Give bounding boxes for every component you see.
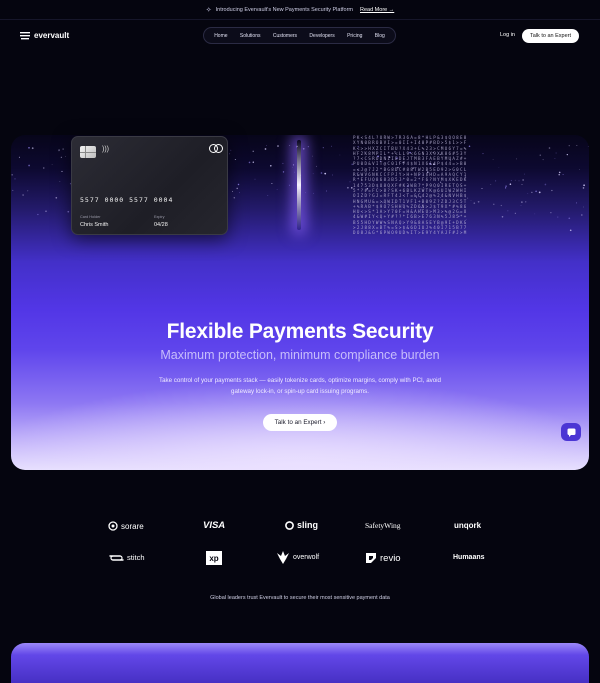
- announcement-bar: ✧ Introducing Evervault's New Payments S…: [0, 0, 600, 20]
- logo-safetywing-text: SafetyWing: [365, 521, 401, 530]
- sling-icon: [285, 520, 294, 530]
- logo-sorare-text: sorare: [121, 521, 144, 531]
- stitch-icon: [109, 554, 124, 561]
- revio-icon: [366, 553, 376, 563]
- nav-item-pricing[interactable]: Pricing: [347, 33, 362, 39]
- logo-sorare: sorare: [108, 521, 144, 531]
- logo-humaans-text: Humaans: [453, 554, 485, 561]
- nav-item-developers[interactable]: Developers: [309, 33, 334, 39]
- card-chip-icon: [80, 146, 96, 158]
- logo-revio: revio: [365, 552, 401, 564]
- mastercard-icon: [209, 144, 223, 153]
- talk-to-expert-nav-button[interactable]: Talk to an Expert: [522, 29, 579, 43]
- logo-sling-text: sling: [297, 520, 319, 530]
- sorare-icon: [108, 521, 118, 531]
- nav-item-blog[interactable]: Blog: [375, 33, 385, 39]
- top-nav: evervault Home Solutions Customers Devel…: [0, 26, 600, 46]
- brand-logo[interactable]: evervault: [20, 31, 69, 40]
- announcement-read-more-link[interactable]: Read More →: [360, 7, 394, 13]
- announcement-text: Introducing Evervault's New Payments Sec…: [215, 6, 353, 13]
- nav-item-solutions[interactable]: Solutions: [240, 33, 261, 39]
- trust-caption: Global leaders trust Evervault to secure…: [210, 595, 390, 601]
- logo-stitch-text: stitch: [127, 553, 145, 562]
- logo-visa: VISA: [203, 520, 225, 531]
- logo-overwolf-text: overwolf: [293, 554, 320, 561]
- nav-item-customers[interactable]: Customers: [273, 33, 297, 39]
- light-beam: [297, 140, 301, 230]
- overwolf-icon: [277, 551, 289, 564]
- logo-revio-text: revio: [380, 552, 401, 564]
- logo-stitch: stitch: [109, 553, 145, 562]
- evervault-logo-icon: [20, 32, 30, 40]
- contactless-icon: ))): [102, 146, 109, 153]
- card-holder-name: Chris Smith: [80, 222, 109, 228]
- talk-to-expert-hero-button[interactable]: Talk to an Expert ›: [263, 414, 337, 431]
- chat-button[interactable]: [561, 423, 581, 441]
- card-expiry-value: 04/28: [154, 222, 168, 228]
- logo-sling: sling: [285, 520, 318, 530]
- next-section-preview: [11, 643, 589, 683]
- chat-bubble-icon: [567, 428, 575, 437]
- card-holder-label: Card Holder: [80, 215, 101, 219]
- logo-xp-text: xp: [206, 551, 222, 565]
- nav-menu: Home Solutions Customers Developers Pric…: [203, 27, 396, 44]
- nav-item-home[interactable]: Home: [214, 33, 227, 39]
- logo-humaans: Humaans: [453, 554, 485, 561]
- hero-title: Flexible Payments Security: [166, 320, 434, 343]
- login-link[interactable]: Log in: [500, 32, 515, 38]
- card-expiry-label: Expiry: [154, 215, 165, 219]
- payment-card: ))) 5577 0000 5577 0004 Card Holder Chri…: [71, 136, 228, 235]
- logo-xp: xp: [206, 551, 222, 565]
- logo-unqork: unqork: [454, 521, 481, 530]
- encrypted-text-matrix: PK<S4L?URW>7R36A=8*HLP&3$QO8E8 XYN0BROBV…: [353, 135, 468, 236]
- logo-visa-text: VISA: [203, 520, 226, 531]
- brand-name: evervault: [34, 31, 70, 40]
- logo-safetywing: SafetyWing: [365, 521, 401, 530]
- logo-overwolf: overwolf: [276, 551, 319, 564]
- sparkle-icon: ✧: [205, 6, 212, 14]
- hero-description: Take control of your payments stack — ea…: [159, 377, 441, 395]
- card-number: 5577 0000 5577 0004: [80, 196, 174, 204]
- hero-subtitle: Maximum protection, minimum compliance b…: [160, 348, 440, 362]
- logo-unqork-text: unqork: [454, 521, 482, 530]
